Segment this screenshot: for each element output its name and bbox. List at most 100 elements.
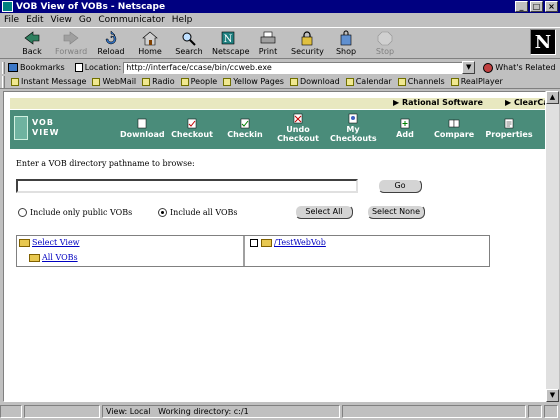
personal-item-realplayer[interactable]: RealPlayer [450,77,503,86]
back-label: Back [22,47,42,56]
netscape-throbber-logo: N [530,29,556,55]
vob-checkbox[interactable] [250,238,258,247]
personal-toolbar-grip[interactable] [2,75,5,88]
shopping-bag-icon [340,30,352,46]
personal-item-calendar[interactable]: Calendar [345,77,392,86]
stop-button[interactable]: Stop [369,30,401,58]
status-text: View: Local Working directory: c:/1 [102,405,340,418]
home-label: Home [138,47,162,56]
bookmark-icon [11,77,19,86]
checkin-button[interactable]: Checkin [225,118,265,139]
vertical-scrollbar[interactable]: ▲ ▼ [546,91,559,402]
status-view: View: Local [106,407,151,416]
vob-directory-input[interactable] [16,179,358,193]
component-bar-icon [544,405,558,418]
location-dropdown-arrow[interactable]: ▼ [462,61,476,74]
undo-checkout-button[interactable]: Undo Checkout [276,113,320,143]
print-button[interactable]: Print [252,30,284,58]
window-title: VOB View of VOBs - Netscape [16,1,166,12]
personal-item-channels[interactable]: Channels [397,77,445,86]
radio-all-vobs[interactable]: Include all VOBs [158,208,238,217]
checkin-icon [240,118,250,129]
test-web-vob-link[interactable]: /TestWebVob [274,238,326,247]
vob-logo-line1: VOB [32,118,54,127]
personal-item-label: Channels [407,77,445,86]
vob-view-logo-text: VOB VIEW [32,118,59,138]
security-lock-status-icon [528,405,542,418]
clearcase-link[interactable]: ▶ ClearCase I [505,98,545,107]
compare-button[interactable]: Compare [434,118,474,139]
personal-item-download[interactable]: Download [289,77,340,86]
bookmark-icon [142,77,151,86]
personal-item-label: RealPlayer [460,77,503,86]
rational-software-link[interactable]: ▶ Rational Software [393,98,483,107]
undo-checkout-label-2: Checkout [277,134,319,143]
status-spacer [342,405,526,418]
add-button[interactable]: Add [390,118,420,139]
connection-status-icon [0,405,22,418]
whats-related-button[interactable]: What's Related [495,63,555,72]
select-view-link[interactable]: Select View [32,238,80,247]
menu-bar: File Edit View Go Communicator Help [0,13,560,27]
scroll-up-arrow[interactable]: ▲ [546,91,559,104]
bookmarks-button[interactable]: Bookmarks [20,63,65,72]
forward-button[interactable]: Forward [55,30,87,58]
add-label: Add [396,130,414,139]
shop-button[interactable]: Shop [330,30,362,58]
all-vobs-link[interactable]: All VOBs [42,253,78,262]
stop-label: Stop [375,47,395,56]
home-icon [142,31,158,46]
vob-view-logo-icon [14,116,28,140]
scroll-down-arrow[interactable]: ▼ [546,389,559,402]
menu-file[interactable]: File [4,15,19,25]
properties-icon [504,118,514,129]
select-none-button[interactable]: Select None [367,205,425,219]
vob-list-item[interactable]: /TestWebVob [250,238,326,247]
whats-related-icon [483,62,494,73]
radio-public-vobs[interactable]: Include only public VOBs [18,208,132,217]
radio-all-circle[interactable] [158,208,167,217]
title-bar: VOB View of VOBs - Netscape _ □ × [0,0,560,13]
maximize-button[interactable]: □ [530,1,543,12]
personal-item-radio[interactable]: Radio [142,77,175,86]
select-view-item[interactable]: Select View [19,238,80,247]
home-button[interactable]: Home [134,30,166,58]
personal-item-label: People [190,77,218,86]
vob-folder-icon [261,238,272,247]
toolbar-grip[interactable] [2,61,5,74]
personal-item-people[interactable]: People [180,77,218,86]
location-url-input[interactable] [123,61,464,74]
netscape-button[interactable]: N Netscape [212,30,250,58]
go-button[interactable]: Go [378,179,422,193]
view-tree-pane: Select View All VOBs [17,236,245,266]
menu-go[interactable]: Go [79,15,91,25]
select-all-button[interactable]: Select All [295,205,353,219]
personal-item-yellow-pages[interactable]: Yellow Pages [223,77,284,86]
print-label: Print [258,47,278,56]
radio-public-label: Include only public VOBs [30,208,133,217]
view-folder-icon [19,238,30,247]
properties-button[interactable]: Properties [484,118,534,139]
menu-help[interactable]: Help [172,15,193,25]
search-button[interactable]: Search [173,30,205,58]
radio-public-circle[interactable] [18,208,27,217]
menu-communicator[interactable]: Communicator [98,15,164,25]
download-button[interactable]: Download [120,118,165,139]
forward-arrow-icon [63,31,79,45]
all-vobs-item[interactable]: All VOBs [29,253,78,262]
minimize-button[interactable]: _ [515,1,528,12]
menu-edit[interactable]: Edit [26,15,43,25]
checkout-button[interactable]: Checkout [170,118,214,139]
personal-item-instant-message[interactable]: Instant Message [11,77,86,86]
menu-view[interactable]: View [51,15,72,25]
reload-button[interactable]: Reload [95,30,127,58]
close-button[interactable]: × [545,1,558,12]
my-checkouts-button[interactable]: My Checkouts [330,113,377,143]
my-checkouts-label-1: My [346,125,360,134]
back-button[interactable]: Back [16,30,48,58]
vob-toolbar: VOB VIEW Download Checkout Checkin Undo … [10,110,545,149]
security-button[interactable]: Security [291,30,324,58]
forward-label: Forward [55,47,88,56]
bookmark-icon [92,77,101,86]
personal-item-webmail[interactable]: WebMail [92,77,136,86]
